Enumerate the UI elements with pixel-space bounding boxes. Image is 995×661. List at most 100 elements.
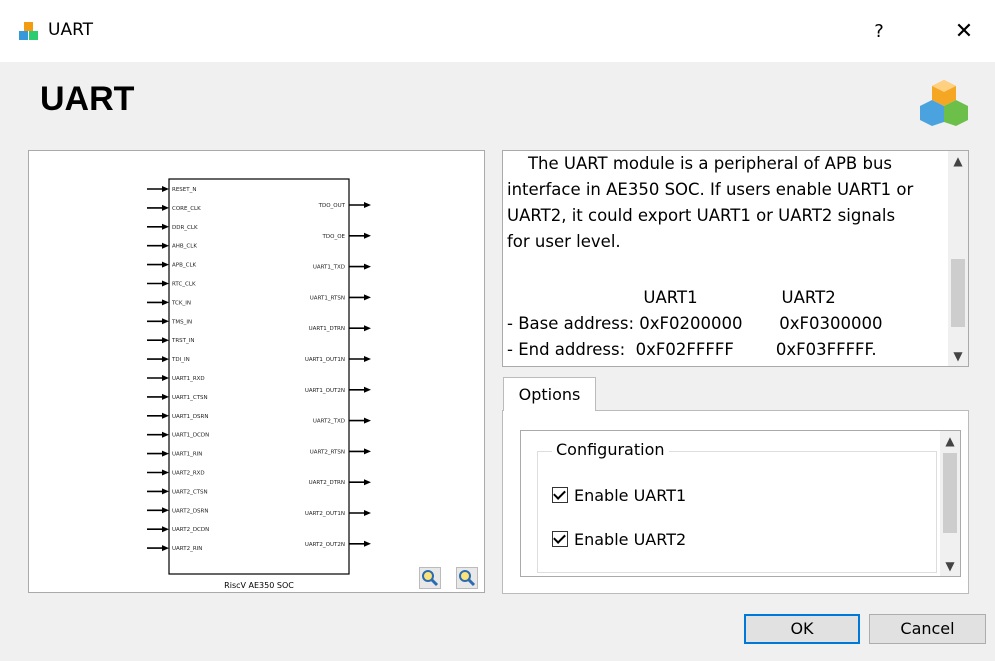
zoom-out-icon [459, 570, 476, 587]
input-pin-label: TRST_IN [171, 338, 195, 344]
input-arrow-icon [162, 356, 169, 363]
input-pin-label: TCK_IN [171, 300, 191, 306]
block-label: RiscV AE350 SOC [224, 581, 294, 590]
description-scrollbar[interactable]: ▲ ▼ [948, 151, 968, 366]
options-scroll-area[interactable]: Configuration Enable UART1 Enable UART2 … [520, 430, 961, 577]
window-title: UART [48, 20, 94, 40]
output-arrow-icon [364, 448, 371, 455]
enable-uart1-checkbox[interactable]: Enable UART1 [552, 486, 686, 506]
output-arrow-icon [364, 263, 371, 270]
description-line: - Base address: 0xF0200000 0xF0300000 [507, 314, 883, 333]
output-arrow-icon [364, 325, 371, 332]
group-title: Configuration [552, 440, 669, 459]
output-pin-label: TDO_OE [322, 234, 346, 240]
output-arrow-icon [364, 479, 371, 486]
input-arrow-icon [162, 469, 169, 476]
input-arrow-icon [162, 488, 169, 495]
output-arrow-icon [364, 417, 371, 424]
input-arrow-icon [162, 337, 169, 344]
input-pin-label: TMS_IN [171, 319, 192, 325]
title-bar: UART ? ✕ [0, 0, 995, 62]
input-arrow-icon [162, 450, 169, 457]
tab-options[interactable]: Options [503, 377, 596, 411]
input-pin-label: UART2_DSRN [172, 508, 208, 514]
description-line: The UART module is a peripheral of APB b… [507, 154, 893, 173]
input-pin-label: UART1_RXD [172, 376, 205, 382]
configuration-group: Configuration Enable UART1 Enable UART2 [537, 440, 937, 573]
output-pin-label: UART2_OUT1N [305, 511, 345, 517]
output-pin-label: UART2_DTRN [309, 480, 345, 486]
input-pin-label: UART1_CTSN [172, 395, 208, 401]
input-arrow-icon [162, 318, 169, 325]
enable-uart2-checkbox[interactable]: Enable UART2 [552, 530, 686, 550]
scroll-down-icon[interactable]: ▼ [948, 346, 968, 366]
checkbox-label: Enable UART1 [574, 486, 687, 505]
input-arrow-icon [162, 545, 169, 552]
input-arrow-icon [162, 261, 169, 268]
output-pin-label: UART1_DTRN [309, 326, 345, 332]
input-arrow-icon [162, 526, 169, 533]
cubes-icon [920, 80, 968, 126]
input-arrow-icon [162, 204, 169, 211]
output-pin-label: UART2_TXD [313, 419, 345, 425]
input-pin-label: UART2_RIN [172, 546, 202, 552]
ok-button[interactable]: OK [744, 614, 860, 644]
output-arrow-icon [364, 294, 371, 301]
cubes-icon [19, 22, 38, 40]
description-text: The UART module is a peripheral of APB b… [507, 151, 947, 363]
checkbox-checked-icon[interactable] [552, 487, 568, 503]
input-arrow-icon [162, 431, 169, 438]
zoom-out-button[interactable] [456, 567, 478, 589]
description-line: UART1 UART2 [507, 288, 836, 307]
cancel-button[interactable]: Cancel [869, 614, 986, 644]
input-pin-label: UART1_RIN [172, 452, 202, 458]
input-pin-label: CORE_CLK [172, 206, 201, 212]
output-pin-label: UART1_RTSN [310, 295, 345, 301]
input-pin-label: DDR_CLK [172, 225, 198, 231]
checkbox-checked-icon[interactable] [552, 531, 568, 547]
input-pin-label: TDI_IN [171, 357, 190, 363]
input-arrow-icon [162, 299, 169, 306]
description-line [507, 255, 947, 281]
description-line: - End address: 0xF02FFFFF 0xF03FFFFF. [507, 340, 877, 359]
input-arrow-icon [162, 223, 169, 230]
input-arrow-icon [162, 375, 169, 381]
description-line: for user level. [507, 232, 621, 251]
input-arrow-icon [162, 412, 169, 419]
output-pin-label: TDO_OUT [318, 203, 346, 209]
options-scrollbar[interactable]: ▲ ▼ [940, 431, 960, 576]
output-pin-label: UART1_OUT2N [305, 388, 345, 394]
options-tab-panel: Configuration Enable UART1 Enable UART2 … [502, 410, 969, 594]
input-pin-label: UART2_DCDN [172, 527, 209, 533]
description-line: interface in AE350 SOC. If users enable … [507, 180, 914, 199]
description-box[interactable]: The UART module is a peripheral of APB b… [502, 150, 969, 367]
scroll-up-icon[interactable]: ▲ [948, 151, 968, 171]
help-button[interactable]: ? [862, 14, 896, 50]
output-pin-label: UART2_RTSN [310, 449, 345, 455]
output-arrow-icon [364, 540, 371, 547]
output-arrow-icon [364, 386, 371, 393]
output-pin-label: UART1_OUT1N [305, 357, 345, 363]
input-arrow-icon [162, 393, 169, 400]
input-arrow-icon [162, 280, 169, 287]
input-pin-label: RESET_N [172, 187, 197, 193]
page-title: UART [40, 80, 135, 118]
output-pin-label: UART1_TXD [313, 265, 345, 271]
input-arrow-icon [162, 186, 169, 192]
input-pin-label: UART1_DCDN [172, 433, 209, 439]
output-arrow-icon [364, 356, 371, 362]
output-arrow-icon [364, 510, 371, 516]
scroll-down-icon[interactable]: ▼ [940, 556, 960, 576]
block-diagram-panel: RiscV AE350 SOC RESET_N CORE_CLK DDR_CLK AHB… [28, 150, 485, 593]
input-pin-label: AHB_CLK [172, 244, 197, 250]
input-pin-label: RTC_CLK [172, 282, 196, 288]
close-button[interactable]: ✕ [947, 14, 981, 50]
scroll-thumb[interactable] [943, 453, 957, 533]
scroll-up-icon[interactable]: ▲ [940, 431, 960, 451]
zoom-in-icon [422, 570, 439, 587]
zoom-in-button[interactable] [419, 567, 441, 589]
scroll-thumb[interactable] [951, 259, 965, 327]
output-pin-label: UART2_OUT2N [305, 542, 345, 548]
checkbox-label: Enable UART2 [574, 530, 687, 549]
input-pin-label: UART2_RXD [172, 471, 205, 477]
